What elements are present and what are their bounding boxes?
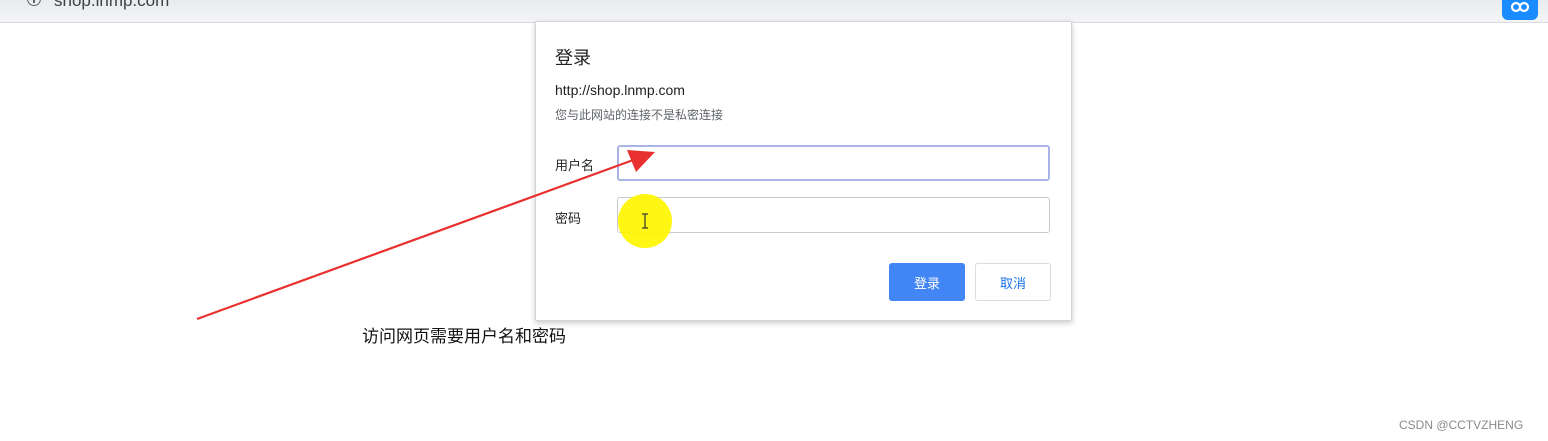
annotation-caption: 访问网页需要用户名和密码 <box>362 327 566 347</box>
watermark: CSDN @CCTVZHENG <box>1399 418 1524 432</box>
annotation-arrow <box>196 150 655 321</box>
